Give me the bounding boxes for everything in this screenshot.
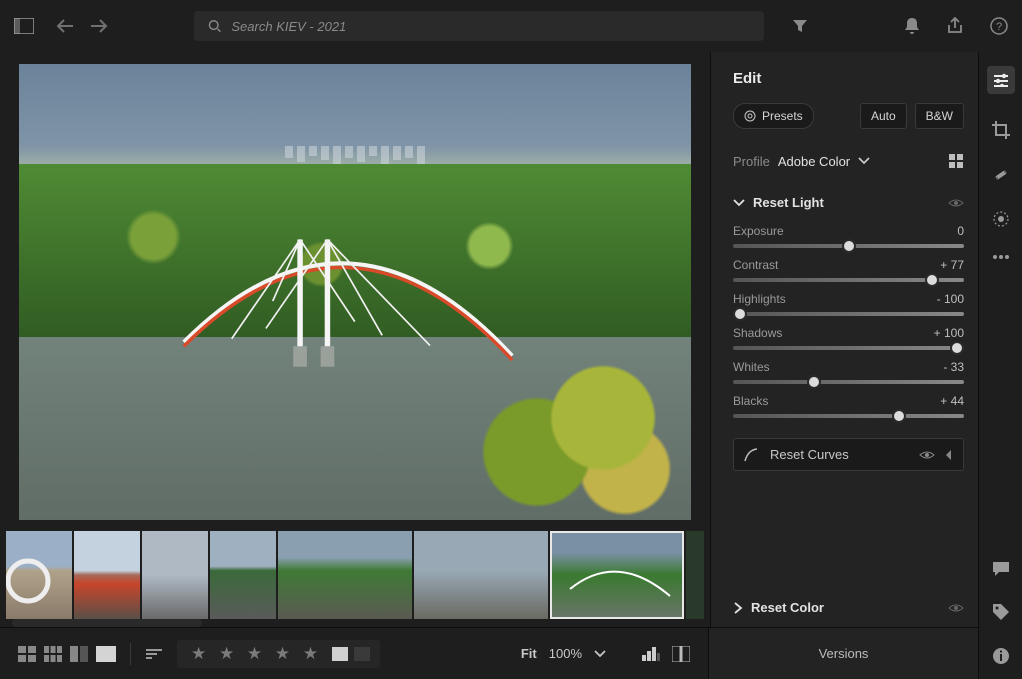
auto-button[interactable]: Auto <box>860 103 907 129</box>
back-arrow-icon[interactable] <box>56 19 74 33</box>
thumbnail[interactable] <box>74 531 140 619</box>
histogram-icon[interactable] <box>642 647 660 661</box>
thumbnail[interactable] <box>686 531 704 619</box>
star-icon: ★ ★ ★ ★ ★ <box>191 644 322 664</box>
presets-icon <box>744 110 756 122</box>
before-after-icon[interactable] <box>672 646 690 662</box>
filmstrip <box>0 529 710 627</box>
flag-pick-icon[interactable] <box>332 647 348 661</box>
blacks-slider[interactable]: Blacks+ 44 <box>733 394 964 418</box>
comment-icon[interactable] <box>992 561 1010 577</box>
healing-tool-icon[interactable] <box>992 166 1010 184</box>
chevron-right-icon <box>733 602 743 614</box>
detail-view-icon[interactable] <box>96 646 116 662</box>
zoom-level[interactable]: 100% <box>549 646 582 661</box>
zoom-fit[interactable]: Fit <box>521 646 537 661</box>
thumbnail[interactable] <box>414 531 548 619</box>
profile-label: Profile <box>733 154 770 169</box>
eye-icon[interactable] <box>948 602 964 614</box>
grid-view-icon[interactable] <box>18 646 36 662</box>
search-icon <box>208 19 221 33</box>
edit-panel-title: Edit <box>733 70 964 87</box>
edit-tool-icon[interactable] <box>987 66 1015 94</box>
rating-stars[interactable]: ★ ★ ★ ★ ★ <box>177 640 380 668</box>
share-icon[interactable] <box>946 17 964 35</box>
thumbnail[interactable] <box>210 531 276 619</box>
bell-icon[interactable] <box>904 17 920 35</box>
profile-row[interactable]: Profile Adobe Color <box>733 153 964 169</box>
sort-icon[interactable] <box>145 648 163 660</box>
thumbnail[interactable] <box>142 531 208 619</box>
search-field[interactable] <box>194 11 764 41</box>
highlights-slider[interactable]: Highlights- 100 <box>733 292 964 316</box>
bottom-bar: ★ ★ ★ ★ ★ Fit 100% <box>0 627 708 679</box>
shadows-slider[interactable]: Shadows+ 100 <box>733 326 964 350</box>
masking-tool-icon[interactable] <box>992 210 1010 228</box>
eye-icon[interactable] <box>948 197 964 209</box>
profile-browser-icon[interactable] <box>948 153 964 169</box>
flag-reject-icon[interactable] <box>354 647 370 661</box>
crop-tool-icon[interactable] <box>991 120 1011 140</box>
chevron-down-icon <box>733 199 745 207</box>
edit-panel: Edit Presets Auto B&W Profile Adobe Colo… <box>710 52 978 627</box>
info-icon[interactable] <box>992 647 1010 665</box>
filter-icon[interactable] <box>792 19 808 33</box>
thumbnail[interactable] <box>278 531 412 619</box>
more-icon[interactable] <box>992 254 1010 260</box>
collapse-left-icon[interactable] <box>945 449 953 461</box>
profile-name: Adobe Color <box>778 154 850 169</box>
main-photo[interactable] <box>19 64 691 520</box>
search-input[interactable] <box>231 19 750 34</box>
forward-arrow-icon[interactable] <box>90 19 108 33</box>
tag-icon[interactable] <box>992 603 1010 621</box>
chevron-down-icon[interactable] <box>594 650 606 658</box>
small-grid-icon[interactable] <box>44 646 62 662</box>
svg-text:?: ? <box>996 21 1002 33</box>
help-icon[interactable]: ? <box>990 17 1008 35</box>
exposure-slider[interactable]: Exposure0 <box>733 224 964 248</box>
panel-toggle-icon[interactable] <box>14 18 34 34</box>
curve-icon <box>744 448 758 462</box>
light-section-header[interactable]: Reset Light <box>733 195 964 210</box>
contrast-slider[interactable]: Contrast+ 77 <box>733 258 964 282</box>
color-section-header[interactable]: Reset Color <box>733 600 964 615</box>
versions-button[interactable]: Versions <box>708 627 978 679</box>
thumbnail-selected[interactable] <box>550 531 684 619</box>
viewer-column <box>0 52 710 627</box>
whites-slider[interactable]: Whites- 33 <box>733 360 964 384</box>
chevron-down-icon <box>858 157 870 165</box>
filmstrip-scrollbar[interactable] <box>12 619 202 627</box>
thumbnail[interactable] <box>6 531 72 619</box>
right-tool-rail <box>978 52 1022 679</box>
bw-button[interactable]: B&W <box>915 103 964 129</box>
compare-view-icon[interactable] <box>70 646 88 662</box>
top-bar: ? <box>0 0 1022 52</box>
curves-row[interactable]: Reset Curves <box>733 438 964 471</box>
presets-button[interactable]: Presets <box>733 103 814 129</box>
eye-icon[interactable] <box>919 449 935 461</box>
